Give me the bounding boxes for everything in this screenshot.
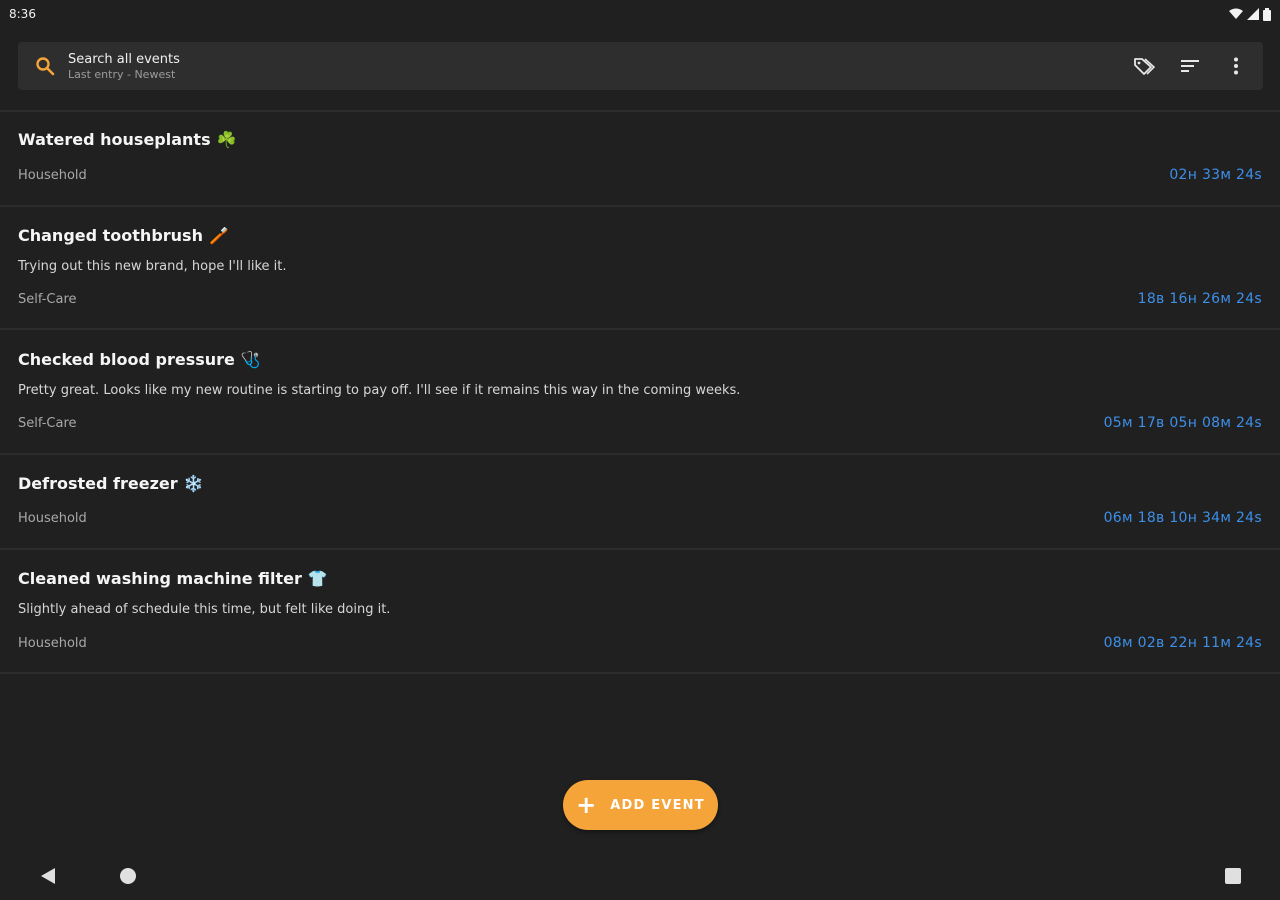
event-title: Changed toothbrush 🪥: [18, 226, 229, 245]
recents-icon[interactable]: [1218, 862, 1248, 890]
tag-icon[interactable]: [1131, 53, 1157, 79]
event-category: Household: [18, 168, 87, 183]
event-title-text: Defrosted freezer: [18, 474, 178, 493]
status-time: 8:36: [9, 7, 36, 21]
status-icons: [1229, 7, 1271, 21]
event-elapsed-time: 18в 16н 26м 24s: [1137, 291, 1262, 307]
event-emoji: 🩺: [240, 350, 261, 369]
search-subtitle: Last entry - Newest: [68, 67, 176, 81]
event-note: Slightly ahead of schedule this time, bu…: [18, 602, 391, 617]
search-bar[interactable]: Search all events Last entry - Newest: [18, 42, 1263, 90]
plus-icon: +: [576, 791, 597, 819]
event-category: Self-Care: [18, 416, 77, 431]
event-note: Pretty great. Looks like my new routine …: [18, 383, 741, 398]
event-title-text: Checked blood pressure: [18, 350, 235, 369]
event-item[interactable]: Watered houseplants ☘️ Household 02н 33м …: [0, 112, 1280, 205]
event-title: Cleaned washing machine filter 👕: [18, 569, 328, 588]
sort-icon[interactable]: [1177, 53, 1203, 79]
search-title[interactable]: Search all events: [68, 51, 1131, 68]
event-item[interactable]: Cleaned washing machine filter 👕 Slightly…: [0, 550, 1280, 672]
event-emoji: 👕: [307, 569, 328, 588]
event-category: Household: [18, 511, 87, 526]
event-elapsed-time: 08м 02в 22н 11м 24s: [1103, 635, 1262, 651]
signal-icon: [1247, 8, 1259, 20]
event-note: Trying out this new brand, hope I'll lik…: [18, 259, 287, 274]
battery-icon: [1263, 7, 1271, 21]
event-elapsed-time: 06м 18в 10н 34м 24s: [1103, 510, 1262, 526]
search-icon[interactable]: [32, 53, 58, 79]
event-title-text: Watered houseplants: [18, 130, 211, 149]
more-vert-icon[interactable]: [1223, 53, 1249, 79]
event-elapsed-time: 02н 33м 24s: [1169, 167, 1262, 183]
wifi-icon: [1229, 8, 1243, 19]
event-title: Defrosted freezer ❄️: [18, 474, 204, 493]
event-emoji: ☘️: [216, 130, 237, 149]
divider: [0, 672, 1280, 674]
event-title: Checked blood pressure 🩺: [18, 350, 261, 369]
event-category: Self-Care: [18, 292, 77, 307]
add-event-button[interactable]: + ADD EVENT: [563, 780, 718, 830]
event-item[interactable]: Changed toothbrush 🪥 Trying out this new …: [0, 207, 1280, 328]
event-emoji: ❄️: [183, 474, 204, 493]
status-bar: 8:36: [0, 0, 1280, 28]
event-category: Household: [18, 636, 87, 651]
add-event-label: ADD EVENT: [610, 797, 705, 813]
event-title: Watered houseplants ☘️: [18, 130, 237, 149]
event-item[interactable]: Defrosted freezer ❄️ Household 06м 18в 10…: [0, 455, 1280, 548]
event-item[interactable]: Checked blood pressure 🩺 Pretty great. Lo…: [0, 330, 1280, 453]
navigation-bar: [0, 852, 1280, 900]
event-emoji: 🪥: [208, 226, 229, 245]
home-icon[interactable]: [113, 862, 143, 890]
event-title-text: Changed toothbrush: [18, 226, 203, 245]
search-toolbar: [1131, 53, 1249, 79]
event-title-text: Cleaned washing machine filter: [18, 569, 302, 588]
search-text[interactable]: Search all events Last entry - Newest: [68, 51, 1131, 82]
back-icon[interactable]: [33, 862, 63, 890]
event-elapsed-time: 05м 17в 05н 08м 24s: [1103, 415, 1262, 431]
